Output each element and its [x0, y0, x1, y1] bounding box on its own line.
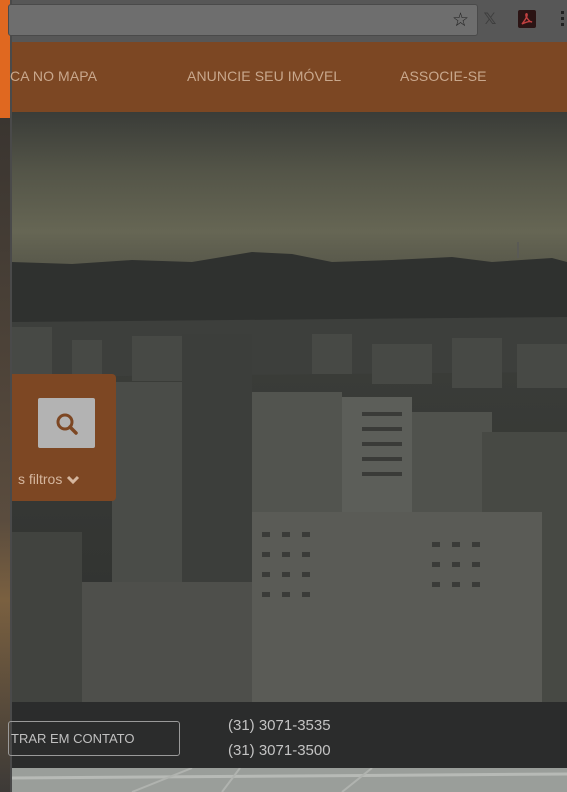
nav-item-map-search[interactable]: CA NO MAPA	[10, 68, 97, 84]
browser-toolbar: ☆ 𝕏	[8, 0, 567, 42]
nav-item-join[interactable]: ASSOCIE-SE	[400, 68, 487, 84]
contact-button[interactable]: TRAR EM CONTATO	[8, 721, 180, 756]
filters-label: s filtros	[18, 471, 63, 487]
phone-number: (31) 3071-3500	[228, 742, 331, 759]
main-nav: CA NO MAPA ANUNCIE SEU IMÓVEL ASSOCIE-SE	[10, 42, 567, 112]
nav-item-advertise-property[interactable]: ANUNCIE SEU IMÓVEL	[187, 68, 341, 84]
background-window-strip	[0, 0, 10, 792]
menu-dots-icon[interactable]	[561, 8, 567, 29]
phone-number: (31) 3071-3535	[228, 717, 331, 734]
search-panel: s filtros	[12, 374, 116, 501]
address-bar[interactable]: ☆	[8, 4, 478, 36]
more-filters-toggle[interactable]: s filtros	[18, 471, 80, 487]
pdf-extension-icon[interactable]	[518, 10, 536, 28]
star-icon[interactable]: ☆	[452, 9, 469, 31]
x-extension-icon[interactable]: 𝕏	[480, 9, 500, 29]
map-preview	[12, 768, 567, 792]
contact-bar: TRAR EM CONTATO (31) 3071-3535 (31) 3071…	[8, 702, 567, 768]
search-icon	[56, 413, 78, 435]
search-button[interactable]	[38, 398, 95, 448]
chevron-down-icon	[67, 476, 80, 485]
